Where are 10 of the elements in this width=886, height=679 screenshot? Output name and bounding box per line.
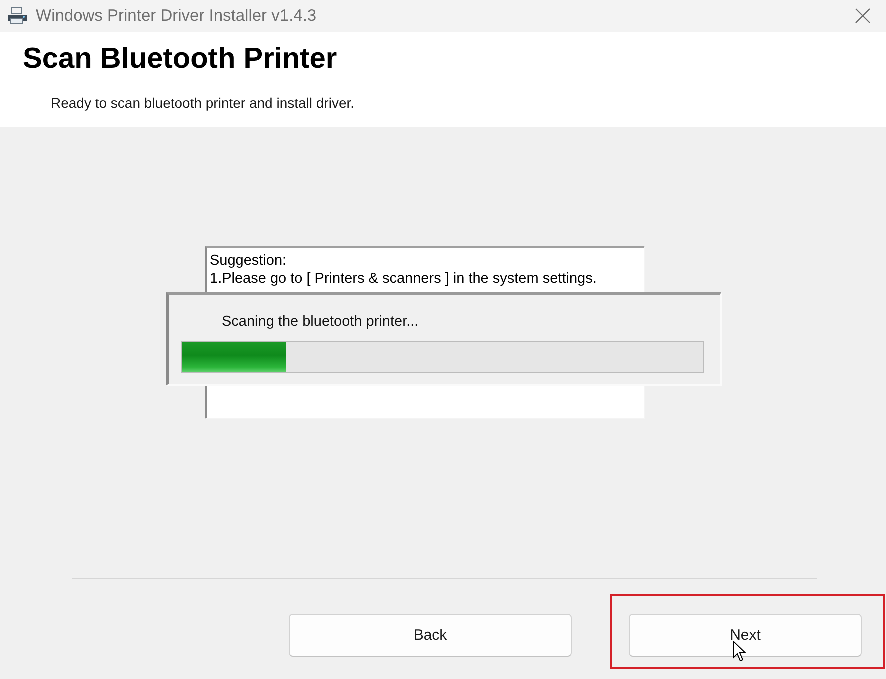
page-heading: Scan Bluetooth Printer bbox=[23, 42, 338, 76]
wizard-button[interactable]: Next bbox=[629, 614, 862, 657]
printer-icon bbox=[7, 7, 28, 25]
progress-message: Scaning the bluetooth printer... bbox=[222, 313, 420, 331]
window-title: Windows Printer Driver Installer v1.4.3 bbox=[36, 6, 317, 26]
wizard-button[interactable]: Back bbox=[289, 614, 572, 657]
page-description: Ready to scan bluetooth printer and install driver. bbox=[51, 94, 356, 112]
suggestion-line: Suggestion: bbox=[210, 252, 288, 270]
close-icon bbox=[855, 8, 871, 24]
suggestion-line: 1.Please go to [ Printers & scanners ] in the system settings. bbox=[210, 270, 598, 288]
